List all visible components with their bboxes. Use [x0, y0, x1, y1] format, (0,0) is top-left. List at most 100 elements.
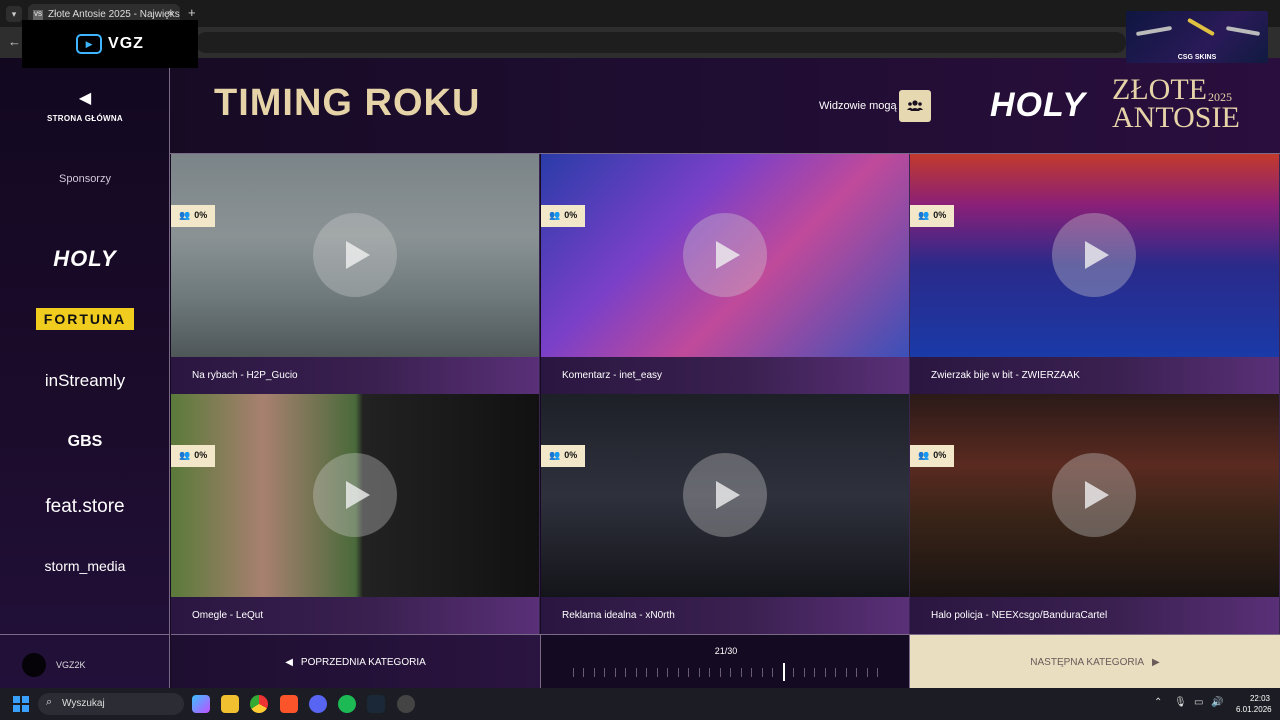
- users-icon: 👥: [549, 450, 561, 460]
- video-caption: Na rybach - H2P_Gucio: [171, 357, 539, 394]
- progress-tick: [730, 668, 731, 677]
- back-arrow-icon[interactable]: ←: [8, 34, 21, 49]
- video-tile[interactable]: 👥 0% Zwierzak bije w bit - ZWIERZAAK: [910, 154, 1280, 394]
- knife-icon: [1187, 17, 1215, 37]
- progress-tick: [678, 668, 679, 677]
- csg-label: CSG SKINS: [1177, 54, 1217, 61]
- vote-percent: 0%: [194, 210, 208, 220]
- taskbar-search[interactable]: ⌕ Wyszukaj: [38, 693, 184, 715]
- sponsor-gbs[interactable]: GBS: [0, 433, 170, 451]
- progress-tick: [867, 668, 868, 677]
- vote-badge: 👥 0%: [541, 445, 586, 467]
- prev-category-button[interactable]: ◀ POPRZEDNIA KATEGORIA: [171, 635, 540, 689]
- microphone-icon[interactable]: 🎙: [1174, 697, 1187, 708]
- brand-line1: ZŁOTE: [1112, 73, 1207, 106]
- brave-icon[interactable]: [280, 695, 298, 713]
- progress-tick: [856, 668, 857, 677]
- clock[interactable]: 22:03 6.01.2026: [1236, 693, 1272, 715]
- progress-tick: [573, 668, 574, 677]
- sponsor-holy[interactable]: HOLY: [0, 246, 170, 272]
- rifle-icon: [1135, 25, 1173, 37]
- url-field[interactable]: [196, 32, 1126, 53]
- sponsors-title: Sponsorzy: [59, 173, 111, 185]
- progress-tick: [636, 668, 637, 677]
- progress-ticks: [573, 663, 879, 681]
- page: TIMING ROKU Widzowie mogą HOLY ZŁOTE 202…: [0, 58, 1280, 689]
- tab-title: Złote Antosie 2025 - Największ: [48, 9, 180, 20]
- user-profile[interactable]: VGZ2K: [0, 634, 170, 688]
- progress-tick: [846, 668, 847, 677]
- vgz-logo-text: VGZ: [108, 35, 144, 52]
- play-icon[interactable]: [683, 453, 767, 537]
- search-icon: ⌕: [46, 696, 53, 708]
- video-tile[interactable]: 👥 0% Omegle - LeQut: [171, 394, 540, 634]
- vote-percent: 0%: [564, 450, 578, 460]
- progress-tick: [825, 668, 826, 677]
- next-category-button[interactable]: NASTĘPNA KATEGORIA ▶: [910, 635, 1280, 689]
- sponsor-fortuna-label: FORTUNA: [35, 308, 135, 330]
- search-label: Wyszukaj: [62, 698, 105, 709]
- users-icon: 👥: [918, 210, 930, 220]
- play-icon[interactable]: [313, 453, 397, 537]
- play-icon[interactable]: [683, 213, 767, 297]
- close-tab-icon[interactable]: ×: [168, 8, 174, 20]
- sponsor-instreamly[interactable]: inStreamly: [0, 371, 170, 391]
- tab-list-button[interactable]: ▾: [6, 6, 22, 22]
- rifle-icon: [1225, 26, 1261, 36]
- video-tile[interactable]: 👥 0% Halo policja - NEEXcsgo/BanduraCarte…: [910, 394, 1280, 634]
- video-tile[interactable]: 👥 0% Komentarz - inet_easy: [541, 154, 910, 394]
- sponsor-storm-media[interactable]: storm_media: [0, 558, 170, 574]
- brand-line2: ANTOSIE: [1112, 101, 1240, 134]
- play-icon[interactable]: [1052, 213, 1136, 297]
- users-icon: 👥: [179, 450, 191, 460]
- progress-tick: [615, 668, 616, 677]
- progress-current-marker: [783, 663, 785, 681]
- arrow-left-icon: ◀: [78, 90, 92, 107]
- sponsor-fortuna[interactable]: FORTUNA: [0, 308, 170, 330]
- progress-tick: [604, 668, 605, 677]
- date: 6.01.2026: [1236, 705, 1272, 714]
- chevron-up-icon[interactable]: ⌃: [1154, 697, 1162, 708]
- video-tile[interactable]: 👥 0% Reklama idealna - xN0rth: [541, 394, 910, 634]
- play-icon[interactable]: [1052, 453, 1136, 537]
- network-icon[interactable]: ▭: [1194, 697, 1203, 708]
- home-link[interactable]: ◀ STRONA GŁÓWNA: [0, 88, 170, 126]
- steam-icon[interactable]: [367, 695, 385, 713]
- video-caption: Zwierzak bije w bit - ZWIERZAAK: [910, 357, 1279, 394]
- vote-badge: 👥 0%: [171, 205, 216, 227]
- vote-badge: 👥 0%: [910, 445, 955, 467]
- header: TIMING ROKU Widzowie mogą HOLY ZŁOTE 202…: [0, 58, 1280, 154]
- volume-icon[interactable]: 🔊: [1211, 697, 1223, 708]
- sidebar: ◀ STRONA GŁÓWNA Sponsorzy HOLY FORTUNA i…: [0, 58, 170, 688]
- vote-percent: 0%: [933, 450, 947, 460]
- users-icon: 👥: [179, 210, 191, 220]
- progress-tick: [709, 668, 710, 677]
- app-icon[interactable]: [397, 695, 415, 713]
- video-tile[interactable]: 👥 0% Na rybach - H2P_Gucio: [171, 154, 540, 394]
- vote-badge: 👥 0%: [910, 205, 955, 227]
- viewers-button[interactable]: [899, 90, 931, 122]
- users-icon: 👥: [549, 210, 561, 220]
- video-caption: Halo policja - NEEXcsgo/BanduraCartel: [910, 597, 1279, 634]
- users-icon: 👥: [918, 450, 930, 460]
- windows-start-icon[interactable]: [13, 696, 29, 712]
- file-explorer-icon[interactable]: [221, 695, 239, 713]
- discord-icon[interactable]: [309, 695, 327, 713]
- progress-tick: [835, 668, 836, 677]
- sponsor-featstore[interactable]: feat.store: [0, 496, 170, 518]
- new-tab-button[interactable]: +: [188, 5, 196, 20]
- progress-tick: [793, 668, 794, 677]
- progress-label: 21/30: [714, 646, 738, 656]
- users-icon: [907, 100, 923, 111]
- progress-tick: [594, 668, 595, 677]
- progress-tick: [667, 668, 668, 677]
- play-icon[interactable]: [313, 213, 397, 297]
- vote-percent: 0%: [564, 210, 578, 220]
- progress-tick: [688, 668, 689, 677]
- progress-tick: [762, 668, 763, 677]
- category-progress: 21/30: [540, 635, 910, 689]
- spotify-icon[interactable]: [338, 695, 356, 713]
- copilot-icon[interactable]: [192, 695, 210, 713]
- video-caption: Reklama idealna - xN0rth: [541, 597, 909, 634]
- chrome-icon[interactable]: [250, 695, 268, 713]
